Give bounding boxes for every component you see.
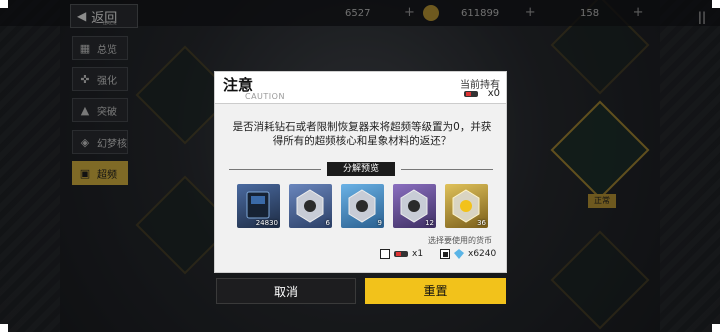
option-restorer-count: x1: [412, 249, 424, 259]
items-row: 24830 6 9 12 36: [237, 184, 488, 228]
restorer-icon: [394, 251, 408, 257]
corner-marker: [712, 324, 720, 332]
dialog-subtitle: CAUTION: [245, 92, 285, 101]
item-count: 12: [425, 219, 434, 227]
item-count: 9: [377, 219, 382, 227]
corner-marker: [0, 324, 8, 332]
item-core[interactable]: 12: [393, 184, 436, 228]
currency-choose-label: 选择要使用的货币: [428, 236, 492, 245]
item-book[interactable]: 24830: [237, 184, 280, 228]
corner-marker: [0, 0, 8, 8]
item-core[interactable]: 9: [341, 184, 384, 228]
reset-button[interactable]: 重置: [365, 278, 506, 304]
option-restorer[interactable]: x1: [380, 249, 423, 259]
cancel-button[interactable]: 取消: [216, 278, 356, 304]
option-diamond[interactable]: x6240: [440, 249, 496, 259]
dialog-header: 注意 CAUTION 当前持有 x0: [215, 72, 506, 104]
divider-left: [229, 169, 321, 170]
dialog-message: 是否消耗钻石或者限制恢复器来将超频等级置为0，并获得所有的超频核心和星象材料的返…: [232, 121, 492, 147]
item-count: 6: [325, 219, 330, 227]
corner-marker: [712, 0, 720, 8]
restorer-icon: [463, 90, 478, 97]
restorer-checkbox[interactable]: [380, 249, 390, 259]
diamond-checkbox[interactable]: [440, 249, 450, 259]
divider-right: [401, 169, 493, 170]
section-title: 分解预览: [327, 162, 395, 176]
hold-count: x0: [487, 88, 500, 99]
item-count: 36: [477, 219, 486, 227]
item-count: 24830: [255, 219, 278, 227]
item-core[interactable]: 6: [289, 184, 332, 228]
hold-row: x0: [463, 88, 500, 99]
item-core[interactable]: 36: [445, 184, 488, 228]
reset-dialog: 注意 CAUTION 当前持有 x0 是否消耗钻石或者限制恢复器来将超频等级置为…: [214, 71, 507, 273]
option-diamond-count: x6240: [468, 249, 497, 259]
diamond-icon: [454, 249, 464, 259]
